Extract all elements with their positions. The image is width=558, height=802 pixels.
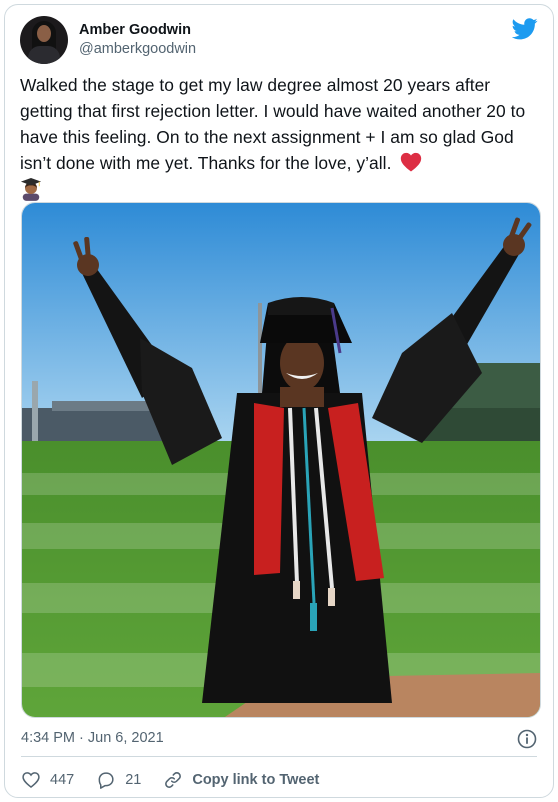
like-count: 447 <box>50 772 75 788</box>
twitter-logo-icon[interactable] <box>512 18 538 40</box>
copy-link-button[interactable]: Copy link to Tweet <box>163 770 319 790</box>
author-block: Amber Goodwin @amberkgoodwin <box>79 22 196 57</box>
tweet-text: Walked the stage to get my law degree al… <box>20 72 542 201</box>
graduate-icon <box>20 178 42 201</box>
tweet-photo[interactable] <box>21 202 541 718</box>
author-display-name[interactable]: Amber Goodwin <box>79 22 196 38</box>
avatar[interactable] <box>20 16 68 64</box>
reply-bubble-icon <box>98 772 114 789</box>
tweet-card: Amber Goodwin @amberkgoodwin Walked the … <box>4 4 554 798</box>
divider <box>21 756 537 757</box>
timestamp-row: 4:34 PM · Jun 6, 2021 <box>21 729 537 753</box>
like-button[interactable]: 447 <box>21 770 74 790</box>
graduation-photo <box>22 203 540 717</box>
tweet-body: Walked the stage to get my law degree al… <box>20 75 526 173</box>
reply-button[interactable]: 21 <box>96 770 141 790</box>
link-icon <box>165 772 182 788</box>
author-handle[interactable]: @amberkgoodwin <box>79 41 196 57</box>
action-bar: 447 21 Copy link to Tweet <box>21 767 341 793</box>
tweet-header: Amber Goodwin @amberkgoodwin <box>20 16 538 68</box>
reply-count: 21 <box>125 772 142 788</box>
info-icon[interactable] <box>517 729 537 749</box>
copy-link-label: Copy link to Tweet <box>192 772 320 788</box>
heart-outline-icon <box>22 772 40 789</box>
red-heart-icon <box>401 152 422 172</box>
tweet-timestamp[interactable]: 4:34 PM · Jun 6, 2021 <box>21 730 164 746</box>
